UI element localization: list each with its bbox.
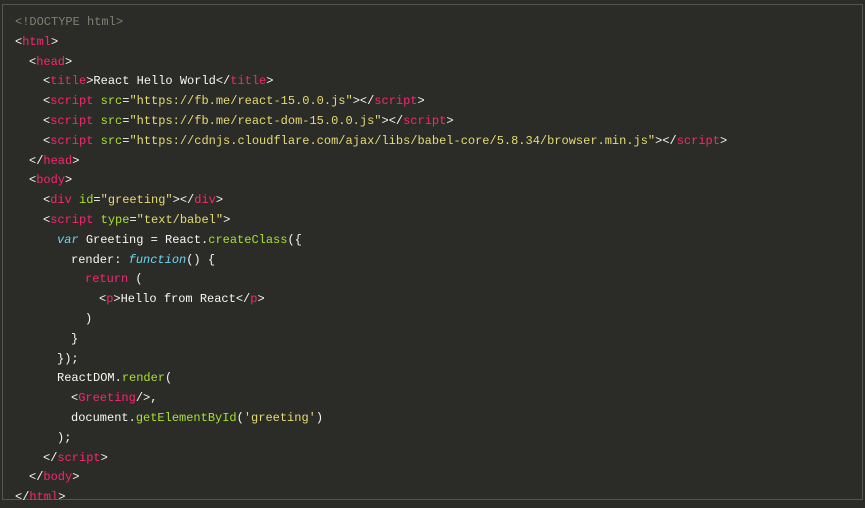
code-line: </html> [15,488,850,508]
code-line: var Greeting = React.createClass({ [15,231,850,251]
code-line: ); [15,429,850,449]
code-line: ReactDOM.render( [15,369,850,389]
code-line: <Greeting/>, [15,389,850,409]
code-line: ) [15,310,850,330]
code-line: <script src="https://fb.me/react-15.0.0.… [15,92,850,112]
doctype: <!DOCTYPE html> [15,15,123,29]
code-line: <p>Hello from React</p> [15,290,850,310]
code-line: </head> [15,152,850,172]
code-line: <!DOCTYPE html> [15,13,850,33]
code-line: <script src="https://cdnjs.cloudflare.co… [15,132,850,152]
code-line: return ( [15,270,850,290]
code-line: <head> [15,53,850,73]
code-line: <script src="https://fb.me/react-dom-15.… [15,112,850,132]
code-line: document.getElementById('greeting') [15,409,850,429]
code-line: <script type="text/babel"> [15,211,850,231]
code-line: <title>React Hello World</title> [15,72,850,92]
code-line: </script> [15,449,850,469]
code-line: </body> [15,468,850,488]
code-line: <body> [15,171,850,191]
code-line: <div id="greeting"></div> [15,191,850,211]
code-line: <html> [15,33,850,53]
code-editor[interactable]: <!DOCTYPE html> <html> <head> <title>Rea… [2,4,863,500]
code-line: } [15,330,850,350]
code-line: render: function() { [15,251,850,271]
code-line: }); [15,350,850,370]
